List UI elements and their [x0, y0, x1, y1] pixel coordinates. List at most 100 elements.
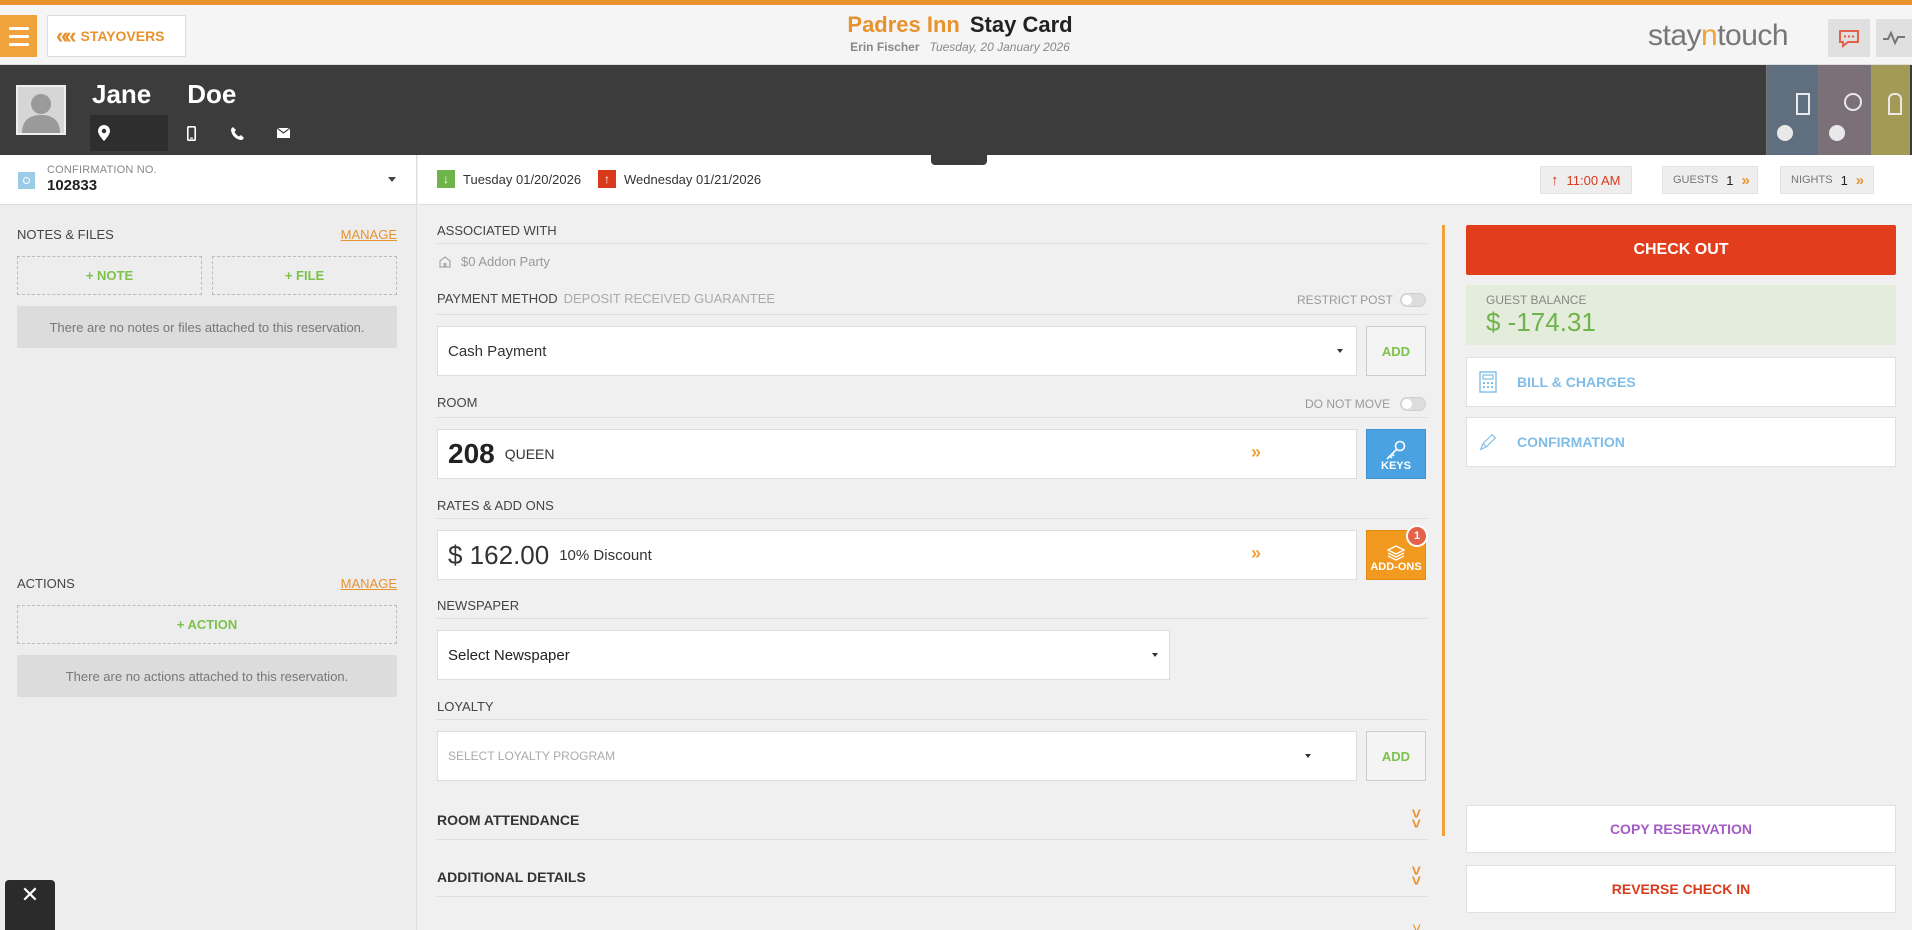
chat-button[interactable]	[1828, 19, 1870, 57]
confirmation-icon	[18, 172, 35, 189]
associated-label: ASSOCIATED WITH	[437, 223, 557, 238]
do-not-move-label: DO NOT MOVE	[1305, 397, 1391, 411]
add-loyalty-button[interactable]: ADD	[1366, 731, 1426, 781]
pen-icon	[1479, 433, 1497, 451]
people-icon	[1888, 93, 1902, 115]
confirmation-selector[interactable]: CONFIRMATION NO. 102833	[0, 155, 416, 205]
departure-date[interactable]: ↑ Wednesday 01/21/2026	[598, 170, 761, 188]
drawer-handle[interactable]	[931, 155, 987, 165]
add-ons-button[interactable]: ADD-ONS 1	[1366, 525, 1428, 580]
rate-name: 10% Discount	[559, 546, 652, 564]
actions-empty-message: There are no actions attached to this re…	[17, 655, 397, 697]
chevron-down-icon	[1152, 653, 1158, 657]
avatar-icon	[22, 94, 60, 133]
chevron-right-icon: »	[1855, 171, 1865, 189]
bill-charges-button[interactable]: BILL & CHARGES	[1466, 357, 1896, 407]
reverse-check-in-button[interactable]: REVERSE CHECK IN	[1466, 865, 1896, 913]
phone-icon	[230, 126, 244, 140]
restrict-post-label: RESTRICT POST	[1297, 293, 1393, 307]
user-name: Erin Fischer	[850, 40, 920, 54]
email-icon	[276, 128, 290, 138]
business-date: Tuesday, 20 January 2026	[929, 40, 1070, 54]
chat-icon	[1839, 30, 1859, 48]
key-icon	[1386, 440, 1406, 460]
actions-manage-link[interactable]: MANAGE	[341, 576, 397, 591]
chevron-down-icon[interactable]: ˅	[1412, 921, 1421, 930]
avatar[interactable]	[16, 85, 66, 135]
confirmation-button[interactable]: CONFIRMATION	[1466, 417, 1896, 467]
keys-button[interactable]: KEYS	[1366, 429, 1426, 479]
room-attendance-section[interactable]: ROOM ATTENDANCE ˅ ˅	[437, 800, 1427, 840]
building-icon	[1796, 93, 1810, 115]
do-not-move-toggle[interactable]	[1400, 397, 1426, 411]
rates-label: RATES & ADD ONS	[437, 498, 554, 513]
notes-empty-message: There are no notes or files attached to …	[17, 306, 397, 348]
mobile-icon	[186, 125, 196, 141]
room-selector[interactable]: 208 QUEEN »	[437, 429, 1357, 479]
notes-header: NOTES & FILES MANAGE	[17, 227, 397, 242]
guests-pill[interactable]: GUESTS 1 »	[1662, 166, 1758, 194]
tile-travel-agent[interactable]	[1818, 65, 1870, 155]
notes-manage-link[interactable]: MANAGE	[341, 227, 397, 242]
close-icon: ✕	[20, 882, 40, 907]
chevron-down-icon	[1337, 349, 1343, 353]
back-chevron-icon: ««	[56, 23, 77, 48]
location-field[interactable]	[90, 115, 168, 151]
page-title: Stay Card	[969, 12, 1073, 37]
arrival-date[interactable]: ↓ Tuesday 01/20/2026	[437, 170, 581, 188]
chevron-down-icon: ˅ ˅	[1411, 805, 1421, 833]
arrival-arrow-icon: ↓	[437, 170, 455, 188]
departure-arrow-icon: ↑	[598, 170, 616, 188]
menu-button[interactable]	[0, 15, 37, 57]
add-payment-button[interactable]: ADD	[1366, 326, 1426, 376]
departure-time-pill[interactable]: ↑ 11:00 AM	[1540, 166, 1632, 194]
page-title-block: Padres Inn Stay Card Erin Fischer Tuesday,…	[780, 12, 1140, 54]
additional-details-section[interactable]: ADDITIONAL DETAILS ˅ ˅	[437, 857, 1427, 897]
chevron-right-icon: »	[1251, 543, 1261, 563]
check-out-button[interactable]: CHECK OUT	[1466, 225, 1896, 275]
add-action-button[interactable]: + ACTION	[17, 605, 397, 644]
payment-method-select[interactable]: Cash Payment	[437, 326, 1357, 376]
mobile-button[interactable]	[168, 115, 214, 151]
guest-balance-value: $ -174.31	[1486, 307, 1596, 337]
restrict-post-toggle[interactable]	[1400, 293, 1426, 307]
contact-row	[90, 115, 306, 151]
newspaper-select[interactable]: Select Newspaper	[437, 630, 1170, 680]
guest-balance: GUEST BALANCE $ -174.31	[1466, 285, 1896, 345]
guest-first-name: Jane	[92, 79, 152, 109]
search-icon	[1829, 125, 1845, 141]
top-bar: «« STAYOVERS Padres Inn Stay Card Erin Fi…	[0, 0, 1912, 65]
email-button[interactable]	[260, 115, 306, 151]
guest-name[interactable]: Jane Doe	[92, 79, 236, 110]
globe-icon	[1844, 93, 1862, 111]
add-note-button[interactable]: + NOTE	[17, 256, 202, 295]
confirmation-number: 102833	[47, 177, 98, 194]
rate-selector[interactable]: $ 162.00 10% Discount »	[437, 530, 1357, 580]
nights-pill[interactable]: NIGHTS 1 »	[1780, 166, 1874, 194]
back-button[interactable]: «« STAYOVERS	[47, 15, 186, 57]
pulse-icon	[1883, 30, 1905, 46]
building-icon	[439, 255, 451, 268]
tile-group[interactable]	[1870, 65, 1910, 155]
guest-last-name: Doe	[187, 79, 237, 109]
activity-button[interactable]	[1876, 19, 1912, 57]
left-panel: CONFIRMATION NO. 102833 NOTES & FILES MA…	[0, 155, 417, 930]
phone-button[interactable]	[214, 115, 260, 151]
loyalty-select[interactable]: SELECT LOYALTY PROGRAM	[437, 731, 1357, 781]
associated-group[interactable]: $0 Addon Party	[439, 254, 550, 269]
chevron-down-icon	[388, 177, 396, 182]
copy-reservation-button[interactable]: COPY RESERVATION	[1466, 805, 1896, 853]
close-button[interactable]: ✕	[5, 880, 55, 930]
departure-time-arrow-icon: ↑	[1551, 171, 1559, 189]
tile-company[interactable]	[1766, 65, 1818, 155]
scroll-indicator	[1442, 225, 1445, 836]
stay-dates-bar: ↓ Tuesday 01/20/2026 ↑ Wednesday 01/21/2…	[418, 155, 1912, 205]
layers-icon	[1387, 545, 1405, 561]
guest-balance-label: GUEST BALANCE	[1486, 293, 1587, 307]
chevron-right-icon: »	[1251, 442, 1261, 462]
room-label: ROOM	[437, 395, 478, 410]
search-icon	[1777, 125, 1793, 141]
add-file-button[interactable]: + FILE	[212, 256, 397, 295]
room-number: 208	[448, 438, 495, 469]
payment-method-label: PAYMENT METHOD DEPOSIT RECEIVED GUARANTEE	[437, 291, 776, 306]
